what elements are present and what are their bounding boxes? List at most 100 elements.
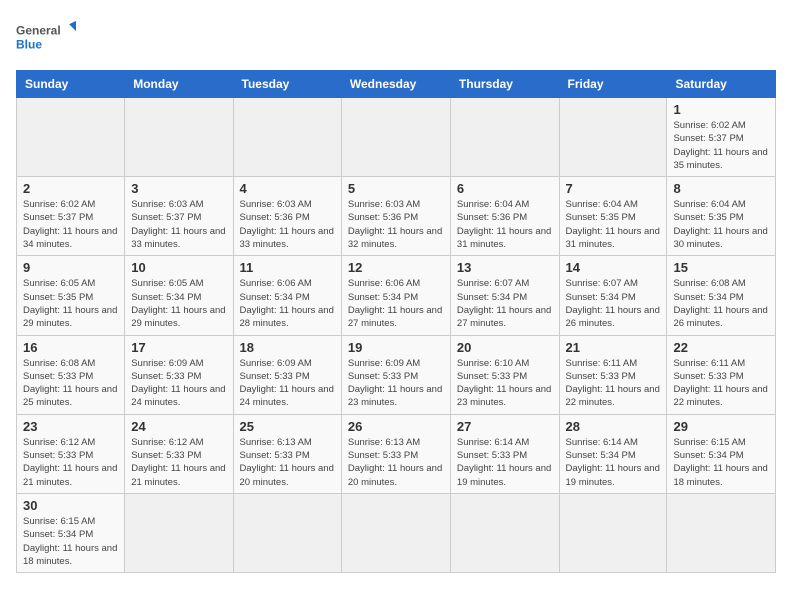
day-number: 26 xyxy=(348,419,444,434)
calendar-cell: 10Sunrise: 6:05 AM Sunset: 5:34 PM Dayli… xyxy=(125,256,233,335)
day-number: 7 xyxy=(566,181,661,196)
calendar-cell: 16 Sunrise: 6:08 AM Sunset: 5:33 PM Dayli… xyxy=(17,335,125,414)
calendar-cell: 26Sunrise: 6:13 AM Sunset: 5:33 PM Dayli… xyxy=(341,414,450,493)
calendar-cell: 14 Sunrise: 6:07 AM Sunset: 5:34 PM Dayli… xyxy=(559,256,667,335)
calendar-week-row: 2 Sunrise: 6:02 AM Sunset: 5:37 PM Daylig… xyxy=(17,177,776,256)
day-info: Sunrise: 6:04 AM Sunset: 5:35 PM Dayligh… xyxy=(673,198,769,251)
day-number: 8 xyxy=(673,181,769,196)
calendar-cell xyxy=(450,98,559,177)
day-number: 11 xyxy=(240,260,335,275)
day-number: 9 xyxy=(23,260,118,275)
calendar-week-row: 16 Sunrise: 6:08 AM Sunset: 5:33 PM Dayli… xyxy=(17,335,776,414)
day-info: Sunrise: 6:15 AM Sunset: 5:34 PM Dayligh… xyxy=(23,515,118,568)
day-info: Sunrise: 6:11 AM Sunset: 5:33 PM Dayligh… xyxy=(673,357,769,410)
day-info: Sunrise: 6:14 AM Sunset: 5:33 PM Dayligh… xyxy=(457,436,553,489)
calendar-cell: 12 Sunrise: 6:06 AM Sunset: 5:34 PM Dayli… xyxy=(341,256,450,335)
page-header: General Blue xyxy=(16,16,776,60)
calendar-cell xyxy=(341,493,450,572)
day-number: 22 xyxy=(673,340,769,355)
day-number: 18 xyxy=(240,340,335,355)
day-number: 3 xyxy=(131,181,226,196)
day-number: 10 xyxy=(131,260,226,275)
day-info: Sunrise: 6:02 AM Sunset: 5:37 PM Dayligh… xyxy=(673,119,769,172)
calendar-cell: 30 Sunrise: 6:15 AM Sunset: 5:34 PM Dayli… xyxy=(17,493,125,572)
day-header-saturday: Saturday xyxy=(667,71,776,98)
svg-text:General: General xyxy=(16,24,61,38)
day-info: Sunrise: 6:06 AM Sunset: 5:34 PM Dayligh… xyxy=(348,277,444,330)
day-info: Sunrise: 6:03 AM Sunset: 5:37 PM Dayligh… xyxy=(131,198,226,251)
day-header-sunday: Sunday xyxy=(17,71,125,98)
day-number: 23 xyxy=(23,419,118,434)
day-number: 4 xyxy=(240,181,335,196)
calendar-cell: 4 Sunrise: 6:03 AM Sunset: 5:36 PM Daylig… xyxy=(233,177,341,256)
calendar-cell xyxy=(233,493,341,572)
day-info: Sunrise: 6:04 AM Sunset: 5:35 PM Dayligh… xyxy=(566,198,661,251)
day-info: Sunrise: 6:15 AM Sunset: 5:34 PM Dayligh… xyxy=(673,436,769,489)
day-number: 14 xyxy=(566,260,661,275)
day-number: 30 xyxy=(23,498,118,513)
calendar-week-row: 9 Sunrise: 6:05 AM Sunset: 5:35 PM Daylig… xyxy=(17,256,776,335)
calendar-cell: 27 Sunrise: 6:14 AM Sunset: 5:33 PM Dayli… xyxy=(450,414,559,493)
calendar-cell: 13 Sunrise: 6:07 AM Sunset: 5:34 PM Dayli… xyxy=(450,256,559,335)
logo: General Blue xyxy=(16,16,76,60)
calendar-cell: 23Sunrise: 6:12 AM Sunset: 5:33 PM Dayli… xyxy=(17,414,125,493)
day-info: Sunrise: 6:13 AM Sunset: 5:33 PM Dayligh… xyxy=(240,436,335,489)
calendar-week-row: 1 Sunrise: 6:02 AM Sunset: 5:37 PM Daylig… xyxy=(17,98,776,177)
day-number: 16 xyxy=(23,340,118,355)
day-info: Sunrise: 6:11 AM Sunset: 5:33 PM Dayligh… xyxy=(566,357,661,410)
calendar-cell: 28Sunrise: 6:14 AM Sunset: 5:34 PM Dayli… xyxy=(559,414,667,493)
logo-icon: General Blue xyxy=(16,16,76,60)
calendar-cell xyxy=(667,493,776,572)
calendar-cell: 5Sunrise: 6:03 AM Sunset: 5:36 PM Daylig… xyxy=(341,177,450,256)
calendar-cell: 25 Sunrise: 6:13 AM Sunset: 5:33 PM Dayli… xyxy=(233,414,341,493)
calendar-cell xyxy=(559,98,667,177)
day-info: Sunrise: 6:10 AM Sunset: 5:33 PM Dayligh… xyxy=(457,357,553,410)
calendar-cell: 9 Sunrise: 6:05 AM Sunset: 5:35 PM Daylig… xyxy=(17,256,125,335)
day-header-monday: Monday xyxy=(125,71,233,98)
calendar-cell xyxy=(341,98,450,177)
day-number: 20 xyxy=(457,340,553,355)
day-info: Sunrise: 6:05 AM Sunset: 5:35 PM Dayligh… xyxy=(23,277,118,330)
day-number: 24 xyxy=(131,419,226,434)
day-number: 21 xyxy=(566,340,661,355)
calendar-cell: 19Sunrise: 6:09 AM Sunset: 5:33 PM Dayli… xyxy=(341,335,450,414)
calendar-cell xyxy=(559,493,667,572)
day-info: Sunrise: 6:07 AM Sunset: 5:34 PM Dayligh… xyxy=(457,277,553,330)
day-info: Sunrise: 6:02 AM Sunset: 5:37 PM Dayligh… xyxy=(23,198,118,251)
day-number: 13 xyxy=(457,260,553,275)
day-number: 12 xyxy=(348,260,444,275)
calendar-cell: 6 Sunrise: 6:04 AM Sunset: 5:36 PM Daylig… xyxy=(450,177,559,256)
day-info: Sunrise: 6:06 AM Sunset: 5:34 PM Dayligh… xyxy=(240,277,335,330)
day-info: Sunrise: 6:08 AM Sunset: 5:34 PM Dayligh… xyxy=(673,277,769,330)
day-number: 1 xyxy=(673,102,769,117)
calendar-cell: 22 Sunrise: 6:11 AM Sunset: 5:33 PM Dayli… xyxy=(667,335,776,414)
calendar-cell: 11 Sunrise: 6:06 AM Sunset: 5:34 PM Dayli… xyxy=(233,256,341,335)
calendar-week-row: 30 Sunrise: 6:15 AM Sunset: 5:34 PM Dayli… xyxy=(17,493,776,572)
calendar-cell: 17Sunrise: 6:09 AM Sunset: 5:33 PM Dayli… xyxy=(125,335,233,414)
day-info: Sunrise: 6:09 AM Sunset: 5:33 PM Dayligh… xyxy=(131,357,226,410)
day-number: 5 xyxy=(348,181,444,196)
day-info: Sunrise: 6:08 AM Sunset: 5:33 PM Dayligh… xyxy=(23,357,118,410)
day-number: 29 xyxy=(673,419,769,434)
calendar-cell: 20 Sunrise: 6:10 AM Sunset: 5:33 PM Dayli… xyxy=(450,335,559,414)
day-number: 6 xyxy=(457,181,553,196)
calendar-cell: 7 Sunrise: 6:04 AM Sunset: 5:35 PM Daylig… xyxy=(559,177,667,256)
calendar-cell: 8 Sunrise: 6:04 AM Sunset: 5:35 PM Daylig… xyxy=(667,177,776,256)
day-header-thursday: Thursday xyxy=(450,71,559,98)
day-number: 25 xyxy=(240,419,335,434)
day-number: 2 xyxy=(23,181,118,196)
calendar-cell: 1 Sunrise: 6:02 AM Sunset: 5:37 PM Daylig… xyxy=(667,98,776,177)
calendar-cell xyxy=(125,493,233,572)
day-number: 27 xyxy=(457,419,553,434)
day-info: Sunrise: 6:07 AM Sunset: 5:34 PM Dayligh… xyxy=(566,277,661,330)
day-info: Sunrise: 6:09 AM Sunset: 5:33 PM Dayligh… xyxy=(240,357,335,410)
calendar-cell xyxy=(450,493,559,572)
day-number: 15 xyxy=(673,260,769,275)
day-info: Sunrise: 6:04 AM Sunset: 5:36 PM Dayligh… xyxy=(457,198,553,251)
day-number: 28 xyxy=(566,419,661,434)
day-header-friday: Friday xyxy=(559,71,667,98)
calendar-cell: 24Sunrise: 6:12 AM Sunset: 5:33 PM Dayli… xyxy=(125,414,233,493)
day-header-tuesday: Tuesday xyxy=(233,71,341,98)
calendar-cell xyxy=(17,98,125,177)
day-info: Sunrise: 6:03 AM Sunset: 5:36 PM Dayligh… xyxy=(240,198,335,251)
